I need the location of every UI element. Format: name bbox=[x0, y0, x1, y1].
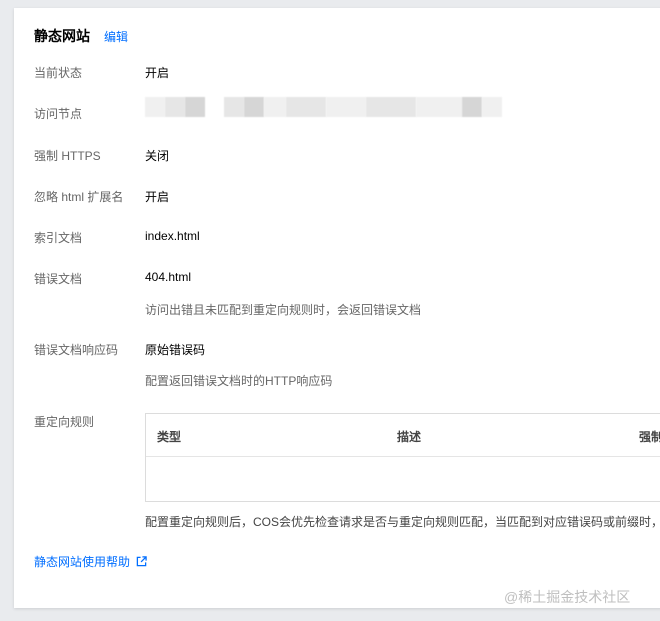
error-code-hint: 配置返回错误文档时的HTTP响应码 bbox=[145, 374, 333, 388]
help-link-label[interactable]: 静态网站使用帮助 bbox=[34, 553, 130, 570]
external-link-icon bbox=[136, 556, 147, 567]
redirect-rules-label: 重定向规则 bbox=[34, 415, 95, 429]
error-code-label: 错误文档响应码 bbox=[34, 343, 119, 357]
error-doc-label: 错误文档 bbox=[34, 272, 83, 286]
static-website-panel: 静态网站 编辑 当前状态 开启 访问节点 强制 HTTPS 关闭 忽略 html… bbox=[14, 8, 660, 608]
panel-title: 静态网站 bbox=[34, 28, 90, 44]
status-label: 当前状态 bbox=[34, 66, 83, 80]
column-description: 描述 bbox=[397, 430, 422, 444]
ignore-html-label: 忽略 html 扩展名 bbox=[34, 190, 124, 204]
panel-header: 静态网站 编辑 bbox=[34, 26, 128, 46]
ignore-html-value: 开启 bbox=[145, 190, 170, 204]
watermark: @稀土掘金技术社区 bbox=[504, 589, 631, 605]
column-type: 类型 bbox=[157, 430, 182, 444]
help-link[interactable]: 静态网站使用帮助 bbox=[34, 553, 147, 570]
index-doc-label: 索引文档 bbox=[34, 231, 83, 245]
column-force: 强制 bbox=[639, 430, 660, 444]
error-doc-value: 404.html bbox=[145, 270, 192, 284]
force-https-label: 强制 HTTPS bbox=[34, 149, 101, 163]
redirect-rules-table: 类型 描述 强制 bbox=[145, 413, 660, 502]
status-value: 开启 bbox=[145, 66, 170, 80]
redirect-rules-note: 配置重定向规则后，COS会优先检查请求是否与重定向规则匹配，当匹配到对应错误码或… bbox=[145, 515, 660, 529]
error-code-value: 原始错误码 bbox=[145, 343, 206, 357]
force-https-value: 关闭 bbox=[145, 149, 170, 163]
table-header: 类型 描述 强制 bbox=[146, 414, 660, 457]
error-doc-hint: 访问出错且未匹配到重定向规则时，会返回错误文档 bbox=[145, 303, 422, 317]
endpoint-label: 访问节点 bbox=[34, 107, 83, 121]
index-doc-value: index.html bbox=[145, 229, 200, 243]
edit-button[interactable]: 编辑 bbox=[104, 28, 128, 45]
